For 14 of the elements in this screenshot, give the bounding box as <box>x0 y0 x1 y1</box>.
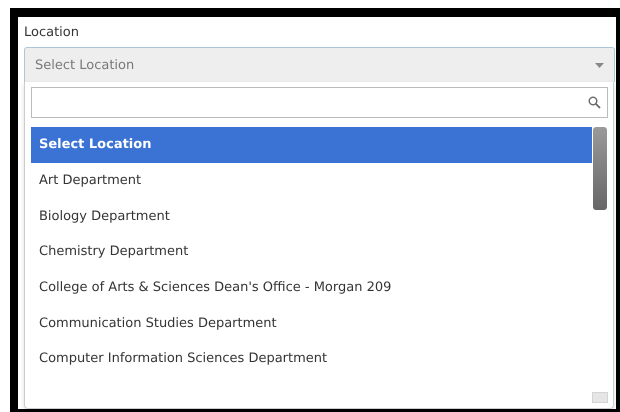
location-option[interactable]: College of Arts & Sciences Dean's Office - Morgan 209 <box>31 270 592 306</box>
search-field[interactable] <box>31 87 608 118</box>
location-option[interactable]: Communication Studies Department <box>31 305 592 342</box>
location-option[interactable]: Biology Department <box>31 198 592 234</box>
scrollbar-thumb[interactable] <box>593 127 607 210</box>
scroll-down-button[interactable] <box>592 392 608 403</box>
search-icon <box>588 96 601 109</box>
location-option[interactable]: Art Department <box>31 162 592 198</box>
caret-icon <box>595 62 604 68</box>
field-label: Location <box>24 25 79 40</box>
location-option[interactable]: Select Location <box>31 127 592 163</box>
location-select[interactable]: Select Location <box>24 47 615 82</box>
location-option[interactable]: Computer Information Sciences Department <box>31 341 592 377</box>
location-option[interactable]: Chemistry Department <box>31 234 592 270</box>
